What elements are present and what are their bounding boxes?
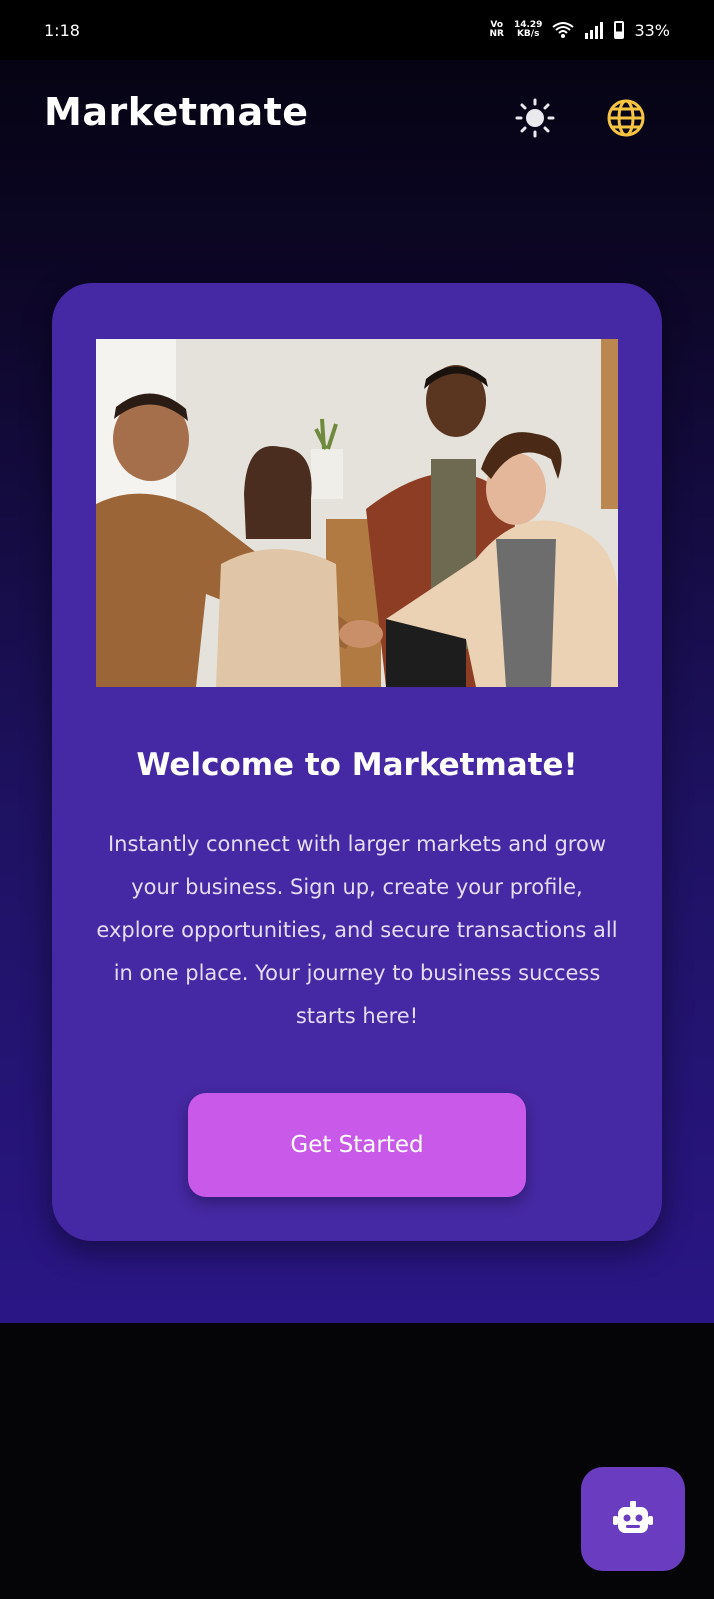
hero-image xyxy=(96,339,618,687)
globe-icon xyxy=(607,99,645,137)
app-title: Marketmate xyxy=(44,90,309,134)
sun-icon xyxy=(515,98,555,138)
robot-icon xyxy=(613,1501,653,1533)
welcome-card: Welcome to Marketmate! Instantly connect… xyxy=(52,283,662,1241)
chatbot-button[interactable] xyxy=(581,1467,685,1571)
app-header: Marketmate xyxy=(0,60,714,178)
language-button[interactable] xyxy=(604,96,648,140)
battery-level: 33% xyxy=(634,20,670,40)
battery-icon xyxy=(614,21,625,39)
get-started-button[interactable]: Get Started xyxy=(188,1093,526,1197)
status-time: 1:18 xyxy=(44,20,80,40)
welcome-heading: Welcome to Marketmate! xyxy=(136,747,578,783)
signal-icon xyxy=(585,22,604,39)
network-speed: 14.29 KB/s xyxy=(513,20,543,39)
status-bar: 1:18 Vo NR 14.29 KB/s 33% xyxy=(0,0,714,60)
network-type: Vo NR xyxy=(489,20,504,39)
theme-toggle-button[interactable] xyxy=(513,96,557,140)
welcome-description: Instantly connect with larger markets an… xyxy=(96,832,618,1028)
handshake-photo xyxy=(96,339,618,687)
wifi-icon xyxy=(552,22,575,38)
status-icons: Vo NR 14.29 KB/s 33% xyxy=(490,21,671,40)
